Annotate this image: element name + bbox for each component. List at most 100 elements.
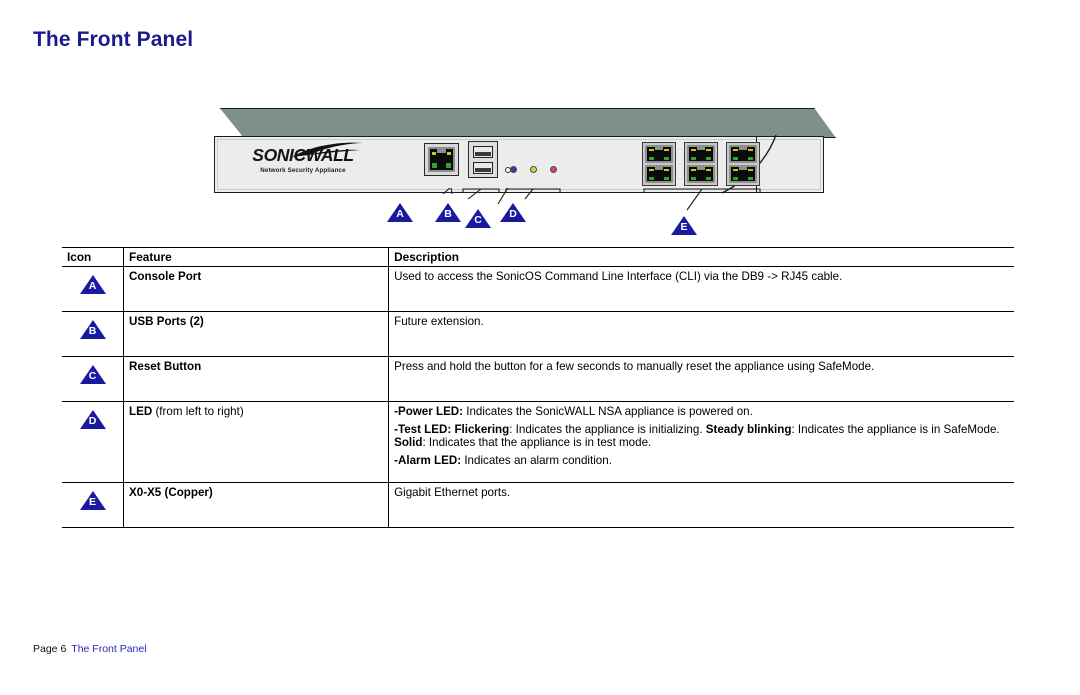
page-title: The Front Panel	[33, 28, 194, 51]
console-port	[428, 147, 455, 172]
callout-label: D	[88, 415, 97, 427]
rj45-led-left	[690, 168, 696, 172]
rj45-led-right	[706, 168, 712, 172]
feature-name: X0-X5 (Copper)	[129, 486, 213, 499]
rj45-notch	[437, 148, 446, 154]
description-line: Press and hold the button for a few seco…	[394, 360, 875, 373]
ethernet-port-x2	[687, 145, 715, 163]
callout-triangle-b: B	[79, 320, 106, 339]
rj45-pin-right	[663, 176, 670, 180]
table-row: A Console Port Used to access the SonicO…	[62, 266, 1014, 312]
callout-label: A	[396, 208, 404, 220]
feature-name: USB Ports (2)	[129, 315, 204, 328]
column-header-description: Description	[388, 247, 1014, 267]
rj45-pin-left	[690, 176, 697, 180]
sonicwall-logo: SONICWALL Network Security Appliance	[228, 142, 378, 174]
rj45-pin-right	[663, 156, 670, 160]
description-line-test: -Test LED: Flickering: Indicates the app…	[394, 423, 1000, 449]
rj45-led-left	[648, 168, 654, 172]
row-description-cell: Gigabit Ethernet ports.	[388, 482, 1014, 528]
swoosh-icon	[290, 140, 368, 160]
rj45-led-right	[664, 148, 670, 152]
rj45-led-left	[648, 148, 654, 152]
column-header-feature: Feature	[123, 247, 390, 267]
rj45-pin-left	[732, 176, 739, 180]
brand-tagline: Network Security Appliance	[260, 167, 346, 174]
row-description-cell: Future extension.	[388, 311, 1014, 357]
ethernet-port-x0	[645, 145, 673, 163]
table-row: E X0-X5 (Copper) Gigabit Ethernet ports.	[62, 482, 1014, 528]
rj45-led-right	[664, 168, 670, 172]
table-row: B USB Ports (2) Future extension.	[62, 311, 1014, 357]
rj45-notch	[696, 166, 706, 170]
ethernet-port-group-3	[726, 142, 760, 186]
ethernet-port-x3	[687, 165, 715, 183]
callout-label: C	[474, 214, 482, 226]
callout-label: B	[88, 325, 97, 337]
row-icon-cell: E	[62, 482, 125, 528]
rj45-pin-left	[690, 156, 697, 160]
feature-name: Console Port	[129, 270, 202, 283]
rj45-pin-right	[705, 176, 712, 180]
rj45-notch	[738, 166, 748, 170]
callout-label: C	[88, 370, 97, 382]
rj45-pin-left	[648, 156, 655, 160]
callout-marker-e: E	[671, 216, 697, 235]
ethernet-port-x1	[645, 165, 673, 183]
rj45-pin-left	[732, 156, 739, 160]
callout-marker-d: D	[500, 203, 526, 222]
footer-page-number: Page 6	[33, 643, 67, 655]
usb-port-lower	[473, 162, 493, 174]
rj45-led-left	[732, 148, 738, 152]
usb-port-upper	[473, 146, 493, 158]
row-description-cell: Used to access the SonicOS Command Line …	[388, 266, 1014, 312]
row-icon-cell: C	[62, 356, 125, 402]
rj45-pin-right	[446, 163, 452, 168]
front-panel-illustration: SONICWALL Network Security Appliance	[200, 104, 860, 244]
description-line-power: -Power LED: Indicates the SonicWALL NSA …	[394, 405, 753, 418]
ethernet-port-x5	[729, 165, 757, 183]
row-icon-cell: A	[62, 266, 125, 312]
description-line-alarm: -Alarm LED: Indicates an alarm condition…	[394, 454, 612, 467]
description-line: Gigabit Ethernet ports.	[394, 486, 511, 499]
description-line: Used to access the SonicOS Command Line …	[394, 270, 843, 283]
table-header-row: Icon Feature Description	[62, 247, 1014, 267]
rj45-led-left	[431, 151, 437, 156]
table-row: C Reset Button Press and hold the button…	[62, 356, 1014, 402]
feature-name: Reset Button	[129, 360, 202, 373]
feature-name: LED	[129, 405, 153, 418]
rj45-pin-right	[705, 156, 712, 160]
column-header-icon: Icon	[62, 247, 125, 267]
rj45-led-left	[690, 148, 696, 152]
rj45-led-right	[748, 148, 754, 152]
power-led	[510, 166, 517, 173]
description-line: Future extension.	[394, 315, 484, 328]
rj45-led-right	[706, 148, 712, 152]
rj45-led-right	[748, 168, 754, 172]
row-description-cell: -Power LED: Indicates the SonicWALL NSA …	[388, 401, 1014, 483]
callout-label: E	[680, 221, 688, 233]
feature-note: (from left to right)	[152, 405, 244, 418]
table-row: D LED (from left to right) -Power LED: I…	[62, 401, 1014, 483]
rj45-pin-right	[747, 156, 754, 160]
rj45-notch	[654, 166, 664, 170]
row-icon-cell: D	[62, 401, 125, 483]
callout-triangle-a: A	[79, 275, 106, 294]
ethernet-port-group-1	[642, 142, 676, 186]
callout-marker-a: A	[387, 203, 413, 222]
rj45-led-right	[446, 151, 452, 156]
usb-port-bezel	[468, 141, 498, 178]
chassis-top-surface	[219, 108, 836, 138]
rj45-notch	[738, 146, 748, 150]
page-footer: Page 6 The Front Panel	[33, 643, 147, 655]
rj45-pin-right	[747, 176, 754, 180]
footer-section-name: The Front Panel	[71, 643, 147, 655]
ethernet-port-x4	[729, 145, 757, 163]
callout-label: A	[88, 280, 97, 292]
alarm-led	[550, 166, 557, 173]
rj45-notch	[654, 146, 664, 150]
callout-label: B	[444, 208, 452, 220]
ethernet-port-group-2	[684, 142, 718, 186]
callout-leader-lines	[442, 188, 761, 211]
callout-marker-c: C	[465, 209, 491, 228]
